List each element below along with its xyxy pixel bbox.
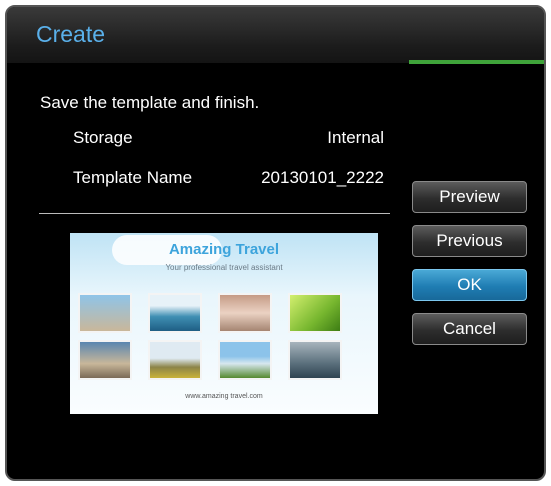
storage-label: Storage	[73, 128, 133, 147]
template-preview-image: Amazing Travel Your professional travel …	[70, 233, 378, 414]
preview-photo	[288, 293, 342, 333]
preview-subtitle: Your professional travel assistant	[165, 263, 283, 272]
instruction-text: Save the template and finish.	[40, 93, 260, 112]
preview-photo	[148, 340, 202, 380]
step-progress-indicator	[409, 60, 544, 64]
preview-photo	[288, 340, 342, 380]
preview-title: Amazing Travel	[168, 241, 280, 258]
storage-value: Internal	[327, 128, 384, 147]
preview-button[interactable]: Preview	[412, 181, 527, 213]
preview-photo	[148, 293, 202, 333]
preview-photo	[78, 293, 132, 333]
preview-url: www.amazing travel.com	[185, 393, 263, 400]
ok-button[interactable]: OK	[412, 269, 527, 301]
dialog-title-bar: Create	[7, 7, 544, 63]
divider	[39, 213, 390, 214]
preview-photo	[78, 340, 132, 380]
preview-photo	[218, 340, 272, 380]
template-name-value: 20130101_2222	[261, 168, 384, 187]
create-dialog: Create Save the template and finish. Sto…	[5, 5, 546, 481]
preview-photo	[218, 293, 272, 333]
template-name-label: Template Name	[73, 168, 193, 187]
cancel-button[interactable]: Cancel	[412, 313, 527, 345]
dialog-title: Create	[36, 21, 106, 47]
previous-button[interactable]: Previous	[412, 225, 527, 257]
